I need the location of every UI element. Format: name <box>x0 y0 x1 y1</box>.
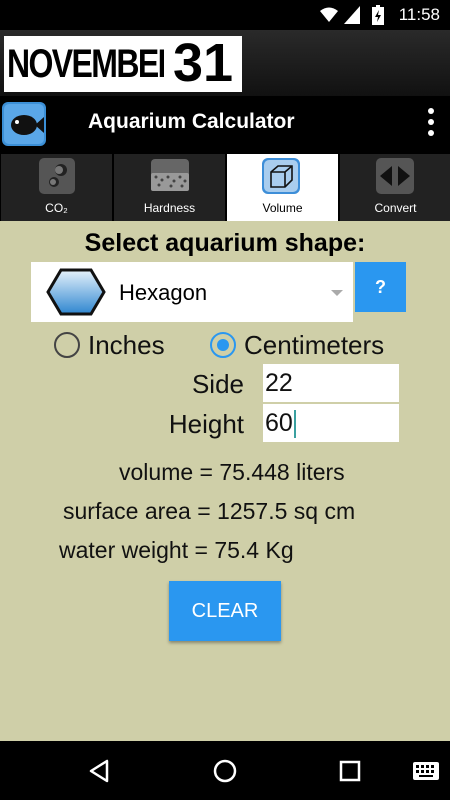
inches-label[interactable]: Inches <box>88 330 165 361</box>
help-button[interactable]: ? <box>355 262 406 312</box>
volume-result: volume = 75.448 liters <box>119 459 345 485</box>
home-icon[interactable] <box>212 758 238 784</box>
text-cursor <box>293 410 296 439</box>
tab-co2-label: CO₂ <box>45 201 68 215</box>
tab-bar: CO₂ Hardness Volume Convert <box>0 154 450 221</box>
tab-volume-label: Volume <box>262 201 303 215</box>
date-banner: NOVEMBER 31 <box>0 30 450 96</box>
centimeters-radio[interactable] <box>210 332 236 358</box>
recents-icon[interactable] <box>338 759 362 783</box>
clear-button[interactable]: CLEAR <box>169 581 281 641</box>
app-bar: Aquarium Calculator <box>0 96 450 154</box>
app-fish-icon[interactable] <box>2 102 46 146</box>
signal-icon <box>344 6 360 24</box>
side-value: 22 <box>265 369 293 397</box>
tab-volume[interactable]: Volume <box>227 154 338 221</box>
surface-area-result: surface area = 1257.5 sq cm <box>63 498 356 524</box>
side-input[interactable]: 22 <box>263 364 399 402</box>
app-title: Aquarium Calculator <box>88 110 295 133</box>
height-input[interactable]: 60 <box>263 404 399 442</box>
centimeters-label[interactable]: Centimeters <box>244 330 384 361</box>
co2-bubbles-icon <box>39 158 75 194</box>
tab-co2[interactable]: CO₂ <box>1 154 112 221</box>
keyboard-icon[interactable] <box>412 761 440 781</box>
hardness-gravel-icon <box>151 159 189 191</box>
tab-hardness-label: Hardness <box>143 201 196 215</box>
overflow-menu-icon[interactable] <box>428 108 436 141</box>
wifi-icon <box>320 7 338 22</box>
tab-hardness[interactable]: Hardness <box>114 154 225 221</box>
status-time: 11:58 <box>398 5 440 24</box>
shape-heading: Select aquarium shape: <box>84 229 366 257</box>
shape-dropdown[interactable]: Hexagon <box>31 262 353 322</box>
convert-arrows-icon <box>376 158 414 194</box>
shape-selected-label: Hexagon <box>119 280 208 305</box>
banner-day: 31 <box>172 33 234 93</box>
hexagon-icon <box>46 268 106 316</box>
side-label: Side <box>191 369 244 399</box>
height-label: Height <box>168 409 244 439</box>
volume-cube-icon <box>262 158 300 194</box>
navigation-bar <box>0 741 450 800</box>
water-weight-result: water weight = 75.4 Kg <box>59 537 294 563</box>
tab-convert-label: Convert <box>374 201 417 215</box>
battery-charging-icon <box>372 5 384 25</box>
banner-month: NOVEMBER <box>7 42 181 86</box>
inches-radio[interactable] <box>54 332 80 358</box>
tab-convert[interactable]: Convert <box>340 154 450 221</box>
back-icon[interactable] <box>88 759 110 783</box>
status-bar: 11:58 <box>0 0 450 30</box>
dropdown-arrow-icon <box>331 290 343 296</box>
height-value: 60 <box>265 409 293 437</box>
